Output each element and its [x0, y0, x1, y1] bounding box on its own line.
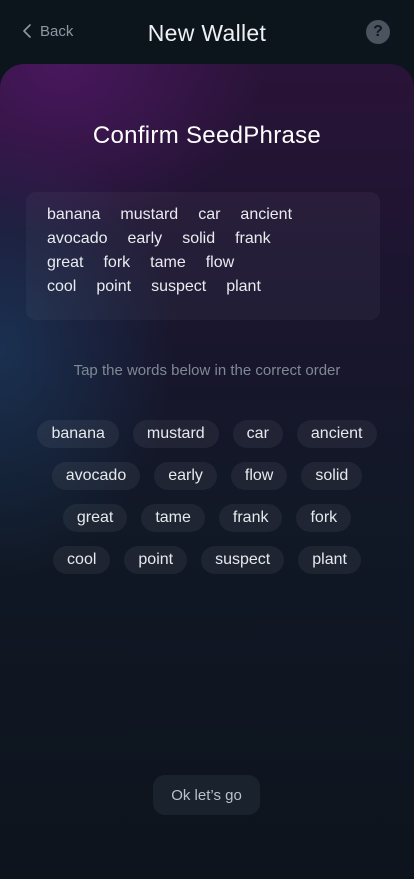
word-chip[interactable]: great — [62, 504, 128, 532]
word-chip[interactable]: cool — [53, 546, 111, 574]
seed-word: mustard — [120, 206, 179, 223]
seed-word: fork — [103, 254, 131, 271]
word-chip[interactable]: tame — [141, 504, 205, 532]
app-header: Back New Wallet ? — [0, 0, 414, 64]
seed-phrase-row: great fork tame flow — [47, 254, 360, 278]
page-title: New Wallet — [147, 20, 267, 46]
seed-word: tame — [150, 254, 186, 271]
seed-word: frank — [235, 230, 271, 247]
word-chip[interactable]: plant — [298, 546, 361, 574]
word-chip[interactable]: early — [154, 462, 217, 490]
word-chip[interactable]: suspect — [201, 546, 285, 574]
seed-word: ancient — [240, 206, 293, 223]
word-chip[interactable]: ancient — [296, 420, 377, 448]
word-chip-row: cool point suspect plant — [0, 546, 414, 574]
word-chip-row: banana mustard car ancient — [0, 420, 414, 448]
seed-word: point — [96, 278, 132, 295]
seed-word: great — [47, 254, 84, 271]
seed-word: avocado — [47, 230, 108, 247]
seed-word: solid — [182, 230, 216, 247]
seed-word: suspect — [151, 278, 207, 295]
instruction-text: Tap the words below in the correct order — [73, 362, 341, 379]
confirm-seedphrase-card: Confirm SeedPhrase banana mustard car an… — [0, 64, 414, 879]
word-chip[interactable]: avocado — [51, 462, 141, 490]
seed-word: cool — [47, 278, 77, 295]
seed-word: car — [198, 206, 221, 223]
word-chip[interactable]: banana — [37, 420, 119, 448]
word-chip[interactable]: frank — [218, 504, 283, 532]
seed-phrase-row: banana mustard car ancient — [47, 206, 360, 230]
word-chip[interactable]: solid — [301, 462, 363, 490]
word-chip-row: avocado early flow solid — [0, 462, 414, 490]
word-chip[interactable]: car — [232, 420, 283, 448]
word-chip[interactable]: fork — [296, 504, 352, 532]
seed-phrase-row: avocado early solid frank — [47, 230, 360, 254]
word-chip-row: great tame frank fork — [0, 504, 414, 532]
seed-word: flow — [205, 254, 235, 271]
confirm-button[interactable]: Ok let’s go — [153, 775, 260, 815]
word-chip[interactable]: point — [124, 546, 188, 574]
seed-word: banana — [47, 206, 101, 223]
help-button[interactable]: ? — [366, 20, 390, 44]
seed-word: plant — [226, 278, 261, 295]
seed-phrase-box: banana mustard car ancient avocado early… — [26, 192, 380, 320]
seed-word: early — [127, 230, 163, 247]
word-chip[interactable]: mustard — [132, 420, 219, 448]
seed-phrase-row: cool point suspect plant — [47, 278, 360, 302]
question-circle-icon: ? — [373, 23, 383, 40]
word-chip-grid: banana mustard car ancient avocado early… — [0, 420, 414, 588]
word-chip[interactable]: flow — [230, 462, 288, 490]
card-title: Confirm SeedPhrase — [92, 122, 322, 149]
